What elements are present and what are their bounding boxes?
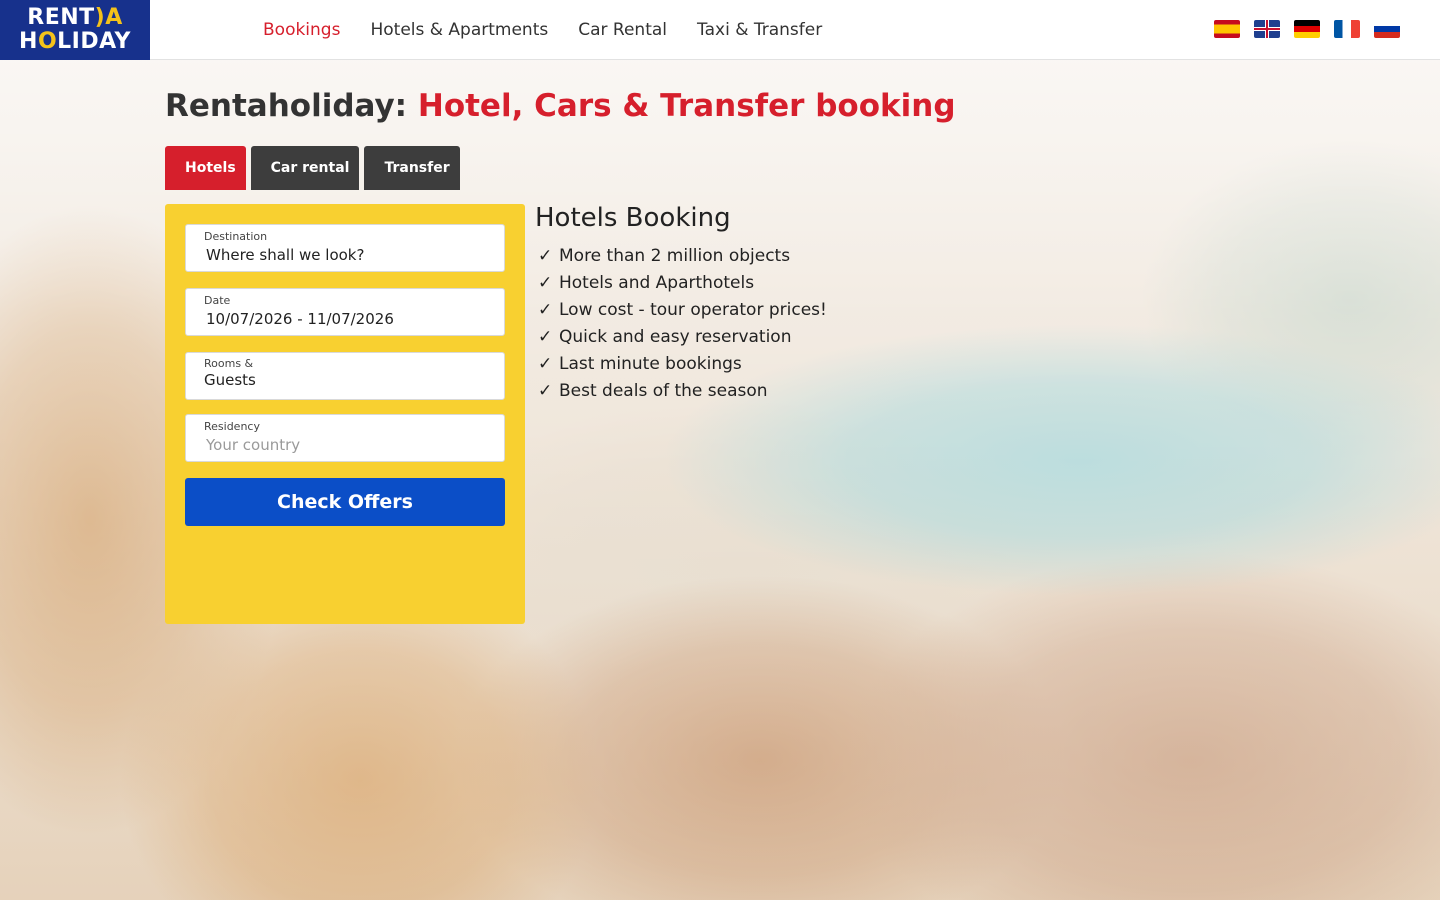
list-item-text: Quick and easy reservation — [559, 327, 792, 347]
list-item: ✓ Best deals of the season — [535, 378, 827, 405]
list-item-text: More than 2 million objects — [559, 246, 791, 266]
nav-item-car-rental[interactable]: Car Rental — [560, 0, 679, 60]
flag-uk-cross-v — [1266, 20, 1268, 38]
rooms-value: Guests — [204, 371, 256, 390]
logo-line-1: RENT)A — [27, 4, 123, 30]
residency-label: Residency — [204, 420, 260, 433]
nav-item-label: Car Rental — [578, 19, 668, 40]
logo-line-2: HOLIDAY — [19, 28, 131, 54]
rentaholiday-logo[interactable]: RENT)A HOLIDAY — [0, 0, 150, 60]
date-value: 10/07/2026 - 11/07/2026 — [206, 310, 394, 329]
main-content: Rentaholiday: Hotel, Cars & Transfer boo… — [0, 60, 1440, 900]
logo-text-o: O — [37, 28, 58, 54]
tab-label: Hotels — [185, 160, 236, 176]
nav-item-label: Taxi & Transfer — [697, 19, 823, 40]
logo-text-a: )A — [94, 4, 123, 30]
hotel-search-form: Destination Where shall we look? Date 10… — [165, 204, 525, 624]
residency-placeholder: Your country — [206, 436, 301, 455]
page-title-highlight: Hotel, Cars & Transfer booking — [417, 88, 956, 124]
tab-hotels[interactable]: Hotels — [165, 146, 246, 190]
list-item: ✓ More than 2 million objects — [535, 243, 827, 270]
tab-label: Transfer — [384, 160, 450, 176]
date-label: Date — [204, 294, 231, 307]
check-icon: ✓ — [538, 381, 553, 401]
flag-uk-icon[interactable] — [1254, 20, 1280, 38]
flag-spain-icon[interactable] — [1214, 20, 1240, 38]
info-heading: Hotels Booking — [535, 203, 731, 233]
check-icon: ✓ — [538, 327, 553, 347]
list-item: ✓ Last minute bookings — [535, 351, 827, 378]
rooms-label: Rooms & — [204, 357, 254, 370]
logo-text-liday: LIDAY — [57, 28, 131, 54]
nav-item-label: Hotels & Apartments — [370, 19, 549, 40]
nav-item-label: Bookings — [263, 19, 341, 40]
check-icon: ✓ — [538, 300, 553, 320]
destination-value: Where shall we look? — [206, 246, 365, 265]
booking-tabs: Hotels Car rental Transfer — [165, 146, 460, 190]
flag-france-icon[interactable] — [1334, 20, 1360, 38]
nav-item-taxi-transfer[interactable]: Taxi & Transfer — [679, 0, 834, 60]
list-item-text: Best deals of the season — [559, 381, 768, 401]
list-item: ✓ Hotels and Aparthotels — [535, 270, 827, 297]
list-item: ✓ Low cost - tour operator prices! — [535, 297, 827, 324]
benefits-list: ✓ More than 2 million objects ✓ Hotels and… — [535, 243, 827, 405]
flag-russia-icon[interactable] — [1374, 20, 1400, 38]
list-item-text: Last minute bookings — [559, 354, 742, 374]
nav-item-hotels-apartments[interactable]: Hotels & Apartments — [352, 0, 560, 60]
list-item: ✓ Quick and easy reservation — [535, 324, 827, 351]
main-nav: Bookings Hotels & Apartments Car Rental … — [245, 0, 834, 60]
rooms-guests-field[interactable]: Rooms & Guests — [185, 352, 505, 400]
tab-transfer[interactable]: Transfer — [364, 146, 460, 190]
top-navbar: RENT)A HOLIDAY Bookings Hotels & Apartme… — [0, 0, 1440, 60]
destination-label: Destination — [204, 230, 268, 243]
check-icon: ✓ — [538, 246, 553, 266]
list-item-text: Low cost - tour operator prices! — [559, 300, 827, 320]
date-field[interactable]: Date 10/07/2026 - 11/07/2026 — [185, 288, 505, 336]
hotels-booking-info: Hotels Booking ✓ More than 2 million obje… — [535, 203, 827, 405]
check-icon: ✓ — [538, 273, 553, 293]
tab-car-rental[interactable]: Car rental — [250, 146, 360, 190]
residency-field[interactable]: Residency Your country — [185, 414, 505, 462]
destination-field[interactable]: Destination Where shall we look? — [185, 224, 505, 272]
page-title-prefix: Rentaholiday: — [165, 88, 418, 124]
page-title: Rentaholiday: Hotel, Cars & Transfer boo… — [165, 88, 956, 124]
check-icon: ✓ — [538, 354, 553, 374]
logo-text-h: H — [19, 28, 38, 54]
language-switcher — [1214, 20, 1400, 38]
flag-germany-icon[interactable] — [1294, 20, 1320, 38]
tab-label: Car rental — [270, 160, 350, 176]
logo-text-rent: RENT — [27, 4, 95, 30]
check-offers-button[interactable]: Check Offers — [185, 478, 505, 526]
list-item-text: Hotels and Aparthotels — [559, 273, 755, 293]
nav-item-bookings[interactable]: Bookings — [245, 0, 352, 60]
